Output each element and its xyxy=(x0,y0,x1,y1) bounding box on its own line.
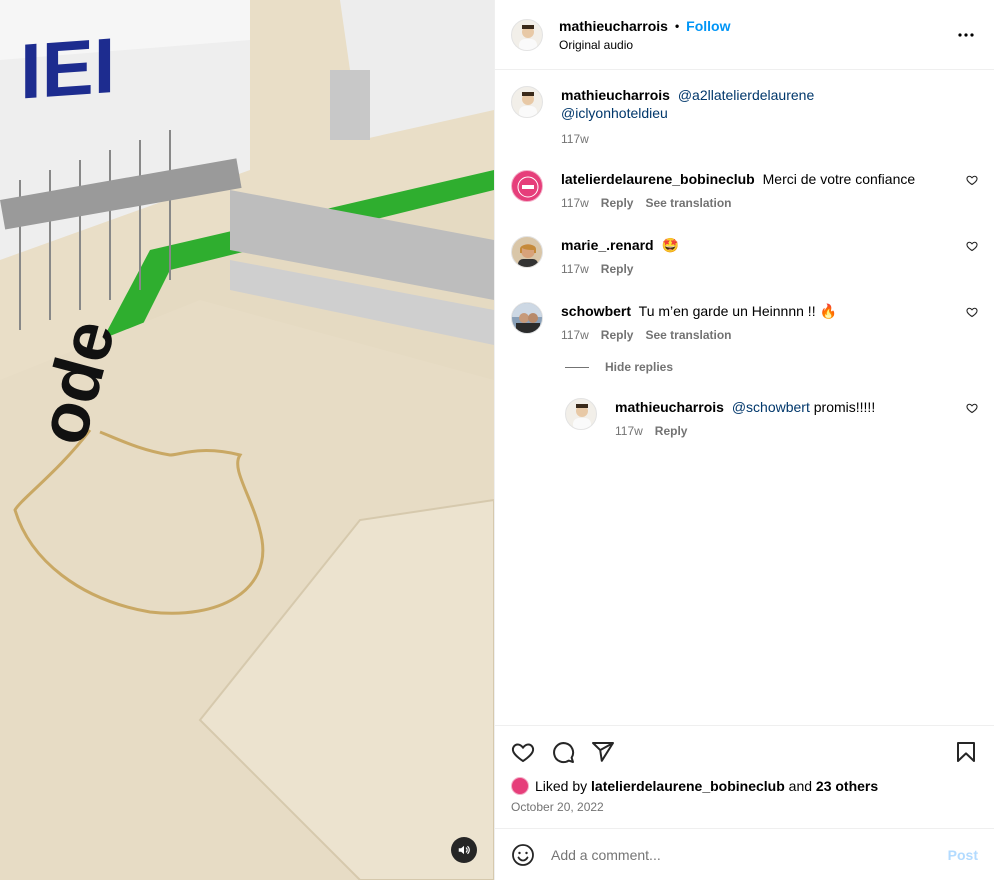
comment-username[interactable]: latelierdelaurene_bobineclub xyxy=(561,171,755,187)
comment-item: marie_.renard 🤩 117w Reply xyxy=(511,236,978,276)
post-modal: IEI ode mathieucharrois • Follow Origina… xyxy=(0,0,994,880)
audio-label[interactable]: Original audio xyxy=(559,38,730,52)
save-button[interactable] xyxy=(954,740,978,764)
reply-mention[interactable]: @schowbert xyxy=(732,399,810,415)
caption: mathieucharrois @a2llatelierdelaurene @i… xyxy=(511,86,978,146)
more-horizontal-icon xyxy=(958,32,974,37)
post-actions xyxy=(495,725,994,777)
comment-item: latelierdelaurene_bobineclub Merci de vo… xyxy=(511,170,978,210)
bookmark-icon xyxy=(957,741,975,762)
reply-button[interactable]: Reply xyxy=(655,424,688,438)
caption-mention[interactable]: @a2llatelierdelaurene xyxy=(678,87,814,103)
comment-time[interactable]: 117w xyxy=(561,328,589,342)
follow-button[interactable]: Follow xyxy=(686,18,730,34)
audio-toggle-button[interactable] xyxy=(451,837,477,863)
see-translation-button[interactable]: See translation xyxy=(645,328,731,342)
emoji-icon[interactable] xyxy=(511,843,535,867)
separator-dot: • xyxy=(674,18,680,33)
hide-replies-button[interactable]: Hide replies xyxy=(565,360,978,374)
reply-username[interactable]: mathieucharrois xyxy=(615,399,724,415)
comment-text: Merci de votre confiance xyxy=(762,171,916,187)
svg-text:IEI: IEI xyxy=(20,21,115,116)
comment-item: schowbert Tu m’en garde un Heinnnn !! 🔥 … xyxy=(511,302,978,342)
commenter-avatar[interactable] xyxy=(511,170,543,202)
likes-prefix: Liked by xyxy=(535,778,588,794)
comments-list[interactable]: mathieucharrois @a2llatelierdelaurene @i… xyxy=(495,70,994,725)
liker-avatar[interactable] xyxy=(511,777,529,795)
more-options-button[interactable] xyxy=(954,23,978,47)
hide-replies-line xyxy=(565,366,589,368)
comment-icon xyxy=(553,741,575,763)
comment-button[interactable] xyxy=(551,740,575,764)
comment-input[interactable] xyxy=(551,846,948,863)
likes-and: and xyxy=(788,778,813,794)
reply-text: promis!!!!! xyxy=(813,399,876,415)
share-button[interactable] xyxy=(591,740,615,764)
caption-username[interactable]: mathieucharrois xyxy=(561,87,670,103)
comment-time[interactable]: 117w xyxy=(561,196,589,210)
comment-username[interactable]: marie_.renard xyxy=(561,237,654,253)
paper-plane-icon xyxy=(592,741,614,762)
comment-text: 🤩 xyxy=(661,237,679,253)
comment-text: Tu m’en garde un Heinnnn !! 🔥 xyxy=(638,303,837,319)
author-username[interactable]: mathieucharrois xyxy=(559,18,668,34)
post-date[interactable]: October 20, 2022 xyxy=(495,795,994,828)
video-frame: IEI ode xyxy=(0,0,494,880)
post-video[interactable]: IEI ode xyxy=(0,0,494,880)
author-avatar[interactable] xyxy=(511,86,543,118)
like-comment-icon[interactable] xyxy=(966,174,978,186)
like-comment-icon[interactable] xyxy=(966,306,978,318)
reply-time[interactable]: 117w xyxy=(615,424,643,438)
comment-time[interactable]: 117w xyxy=(561,262,589,276)
caption-time[interactable]: 117w xyxy=(561,132,589,146)
liker-username[interactable]: latelierdelaurene_bobineclub xyxy=(591,778,785,794)
like-comment-icon[interactable] xyxy=(966,240,978,252)
commenter-avatar[interactable] xyxy=(511,302,543,334)
reply-button[interactable]: Reply xyxy=(601,196,634,210)
heart-icon xyxy=(511,742,535,762)
reply-button[interactable]: Reply xyxy=(601,262,634,276)
reply-button[interactable]: Reply xyxy=(601,328,634,342)
hide-replies-label: Hide replies xyxy=(605,360,674,374)
speaker-icon xyxy=(458,845,470,855)
caption-mention[interactable]: @iclyonhoteldieu xyxy=(561,105,668,121)
commenter-avatar[interactable] xyxy=(511,236,543,268)
likes-others-link[interactable]: 23 others xyxy=(816,778,878,794)
like-button[interactable] xyxy=(511,740,535,764)
post-comment-button[interactable]: Post xyxy=(948,847,978,863)
likes-summary: Liked by latelierdelaurene_bobineclub an… xyxy=(495,777,994,795)
reply-item: mathieucharrois @schowbert promis!!!!! 1… xyxy=(565,398,978,438)
see-translation-button[interactable]: See translation xyxy=(645,196,731,210)
like-comment-icon[interactable] xyxy=(966,402,978,414)
author-avatar[interactable] xyxy=(511,18,543,51)
add-comment-bar: Post xyxy=(495,828,994,880)
post-header: mathieucharrois • Follow Original audio xyxy=(495,0,994,70)
post-panel: mathieucharrois • Follow Original audio … xyxy=(494,0,994,880)
comment-username[interactable]: schowbert xyxy=(561,303,631,319)
author-avatar[interactable] xyxy=(565,398,597,430)
